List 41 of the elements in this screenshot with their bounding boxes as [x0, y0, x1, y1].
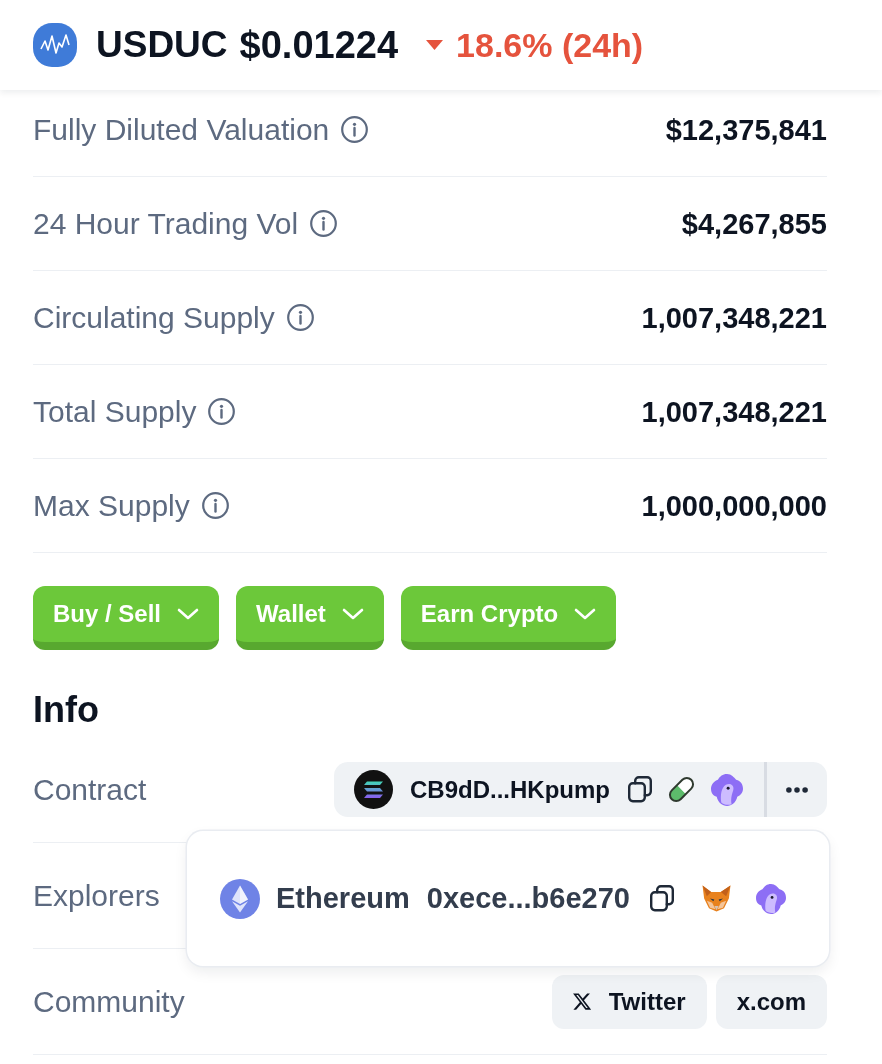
chevron-down-icon [341, 608, 364, 620]
token-address[interactable]: 0xece...b6e270 [426, 882, 630, 915]
stat-label: Max Supply [33, 487, 190, 524]
x-logo-icon [572, 993, 591, 1010]
stat-value: 1,007,348,221 [641, 300, 827, 336]
coin-price: $0.01224 [239, 23, 399, 67]
fox-icon[interactable] [701, 885, 731, 912]
stat-label: Fully Diluted Valuation [33, 111, 330, 148]
stat-value: $12,375,841 [665, 112, 827, 148]
chevron-down-icon [177, 608, 200, 620]
info-label: Explorers [33, 877, 160, 914]
waveform-logo-icon [33, 23, 77, 67]
mascot-icon[interactable] [711, 773, 743, 806]
capsule-icon[interactable] [667, 775, 696, 804]
info-icon [208, 398, 236, 425]
price-change: 18.6% (24h) [456, 25, 644, 66]
stat-label: Circulating Supply [33, 299, 275, 336]
copy-icon[interactable] [649, 885, 674, 912]
coin-symbol: USDUC [96, 23, 228, 67]
chevron-down-icon [574, 608, 597, 620]
stat-value: $4,267,855 [681, 206, 827, 242]
more-icon[interactable] [786, 786, 808, 793]
network-name: Ethereum [276, 882, 410, 915]
info-label: Contract [33, 771, 147, 808]
stat-label: 24 Hour Trading Vol [33, 205, 299, 242]
website-link[interactable]: x.com [715, 974, 827, 1029]
info-icon [310, 210, 338, 237]
mascot-icon[interactable] [755, 883, 786, 914]
info-icon [286, 304, 314, 331]
stat-value: 1,007,348,221 [641, 394, 827, 430]
info-icon [201, 492, 229, 519]
info-icon [341, 116, 369, 143]
copy-icon[interactable] [628, 776, 652, 803]
stat-label: Total Supply [33, 393, 197, 430]
contract-address[interactable]: CB9dD...HKpump [410, 775, 610, 804]
stat-value: 1,000,000,000 [641, 488, 827, 524]
section-title: Info [33, 688, 99, 732]
bars-logo-icon [354, 770, 393, 809]
social-link[interactable]: Twitter [551, 974, 707, 1029]
diamond-logo-icon [220, 878, 260, 919]
info-label: Community [33, 983, 185, 1020]
